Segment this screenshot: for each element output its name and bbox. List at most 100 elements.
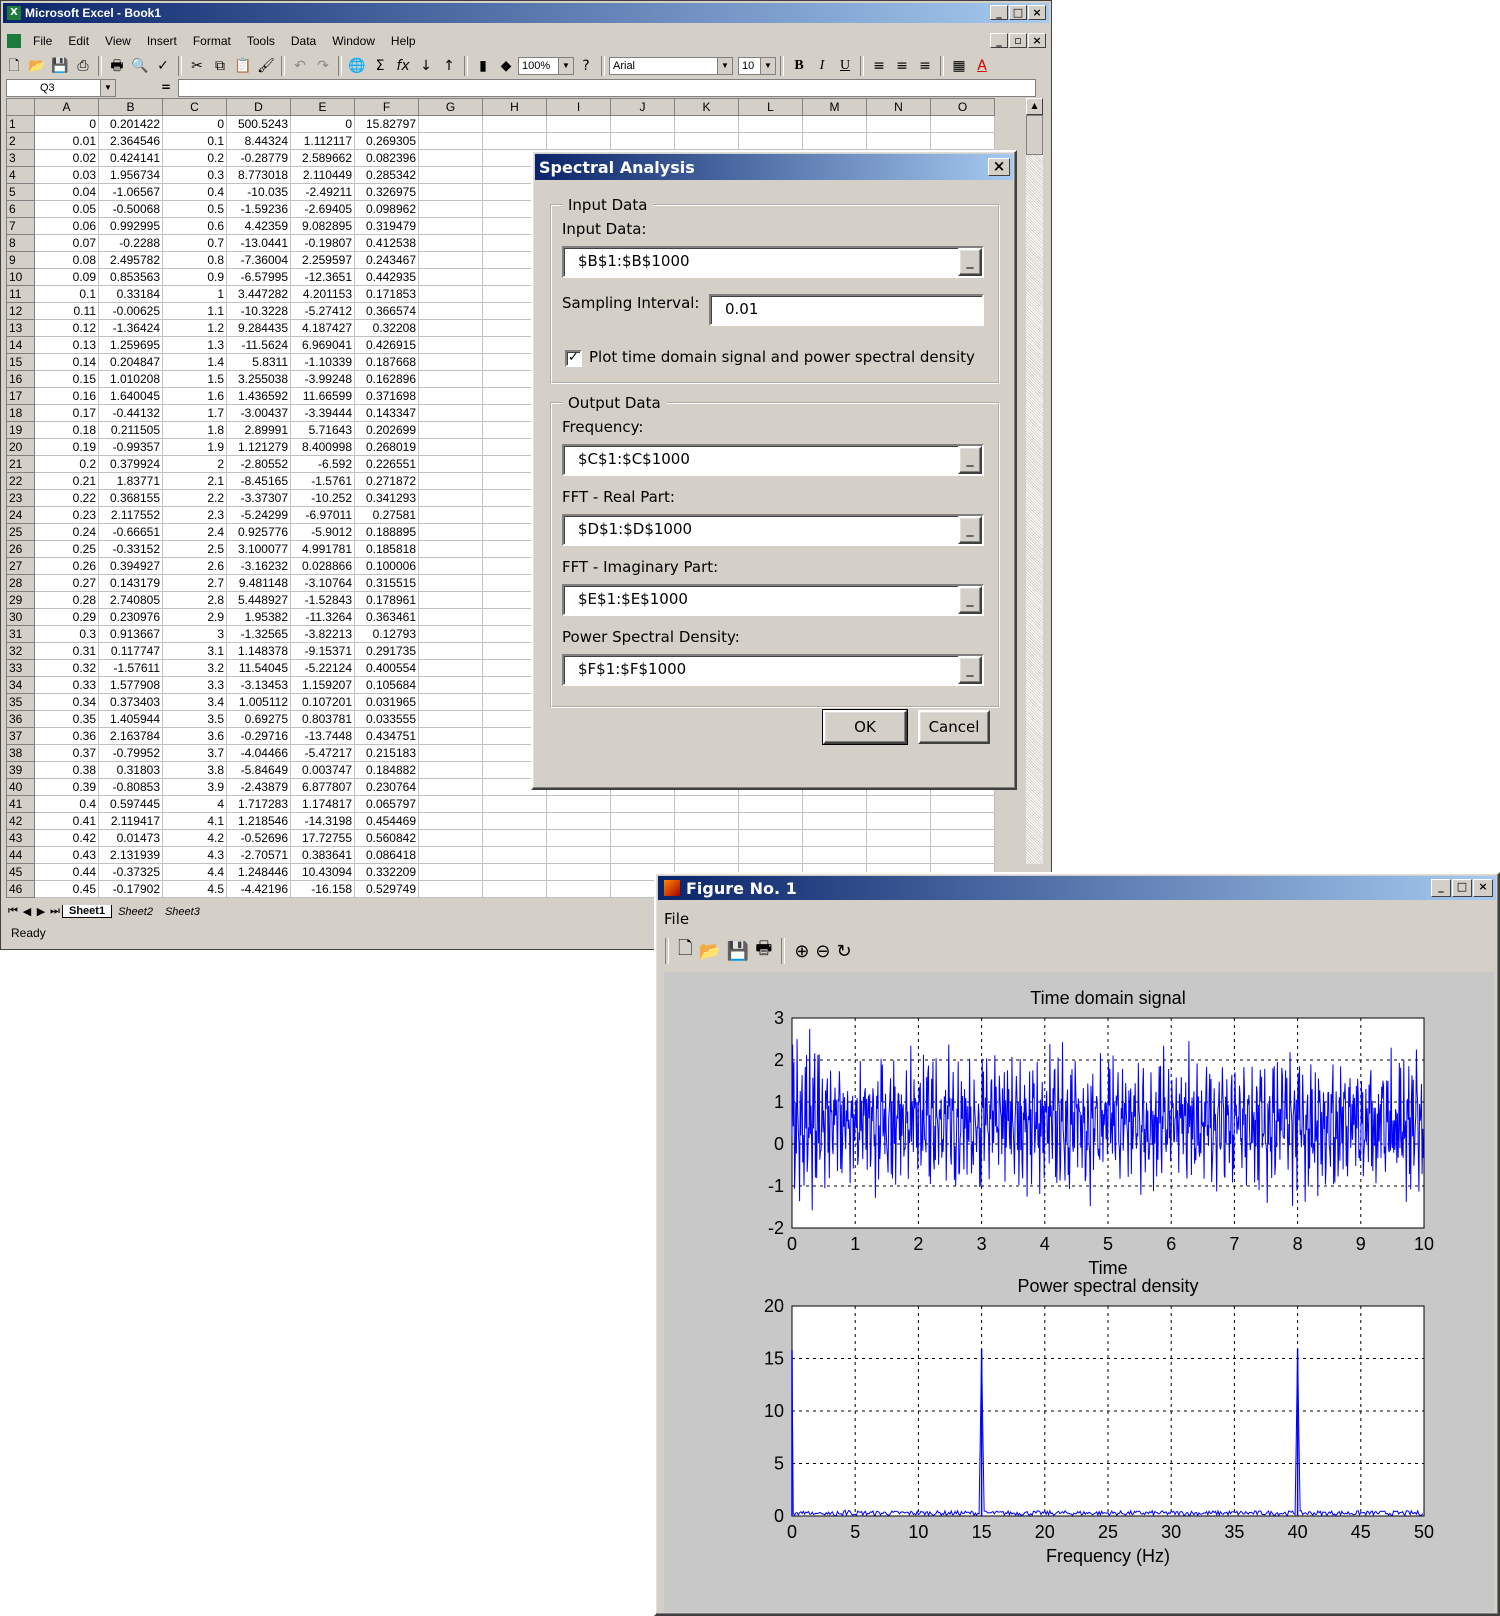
cell[interactable]: [418, 217, 483, 235]
cell[interactable]: 0.853563: [98, 268, 163, 286]
cell[interactable]: [738, 115, 803, 133]
cell[interactable]: 0.201422: [98, 115, 163, 133]
cell[interactable]: 0.442935: [354, 268, 419, 286]
cell[interactable]: 0.379924: [98, 455, 163, 473]
cell[interactable]: 1.218546: [226, 812, 291, 830]
cell[interactable]: 1.9: [162, 438, 227, 456]
figure-maximize-button[interactable]: □: [1452, 879, 1472, 897]
cell[interactable]: [418, 659, 483, 677]
cell[interactable]: [610, 132, 675, 150]
cell[interactable]: [482, 812, 547, 830]
cell[interactable]: 4.4: [162, 863, 227, 881]
cell[interactable]: 3.5: [162, 710, 227, 728]
row-header[interactable]: 17: [6, 387, 35, 405]
cell[interactable]: 0.6: [162, 217, 227, 235]
cell[interactable]: [418, 370, 483, 388]
column-header[interactable]: F: [354, 98, 419, 116]
menu-file[interactable]: File: [25, 34, 60, 48]
cell[interactable]: [674, 846, 739, 864]
cell[interactable]: [418, 676, 483, 694]
cell[interactable]: 0.33184: [98, 285, 163, 303]
select-all-corner[interactable]: [6, 98, 35, 116]
cell[interactable]: [418, 200, 483, 218]
cell[interactable]: 0.031965: [354, 693, 419, 711]
cell[interactable]: -14.3198: [290, 812, 355, 830]
figure-close-button[interactable]: ×: [1473, 879, 1493, 897]
cell[interactable]: -13.0441: [226, 234, 291, 252]
cell[interactable]: -11.5624: [226, 336, 291, 354]
cell[interactable]: 0.34: [34, 693, 99, 711]
cell[interactable]: -0.00625: [98, 302, 163, 320]
cell[interactable]: [418, 285, 483, 303]
cell[interactable]: -10.035: [226, 183, 291, 201]
scroll-thumb[interactable]: [1026, 115, 1043, 155]
cell[interactable]: [418, 302, 483, 320]
cell[interactable]: 0.202699: [354, 421, 419, 439]
cell[interactable]: -1.59236: [226, 200, 291, 218]
workbook-restore-button[interactable]: ▫: [1009, 33, 1027, 48]
cell[interactable]: [546, 132, 611, 150]
excel-close-button[interactable]: ×: [1028, 5, 1046, 20]
cell[interactable]: 9.284435: [226, 319, 291, 337]
scroll-up-arrow[interactable]: ▲: [1026, 98, 1043, 115]
next-sheet-arrow[interactable]: ▶: [34, 905, 48, 918]
sheet-tab[interactable]: Sheet2: [112, 906, 159, 918]
zoom-combo[interactable]: 100% ▼: [518, 57, 574, 75]
cell[interactable]: -5.24299: [226, 506, 291, 524]
row-header[interactable]: 21: [6, 455, 35, 473]
row-header[interactable]: 42: [6, 812, 35, 830]
cell[interactable]: 0.003747: [290, 761, 355, 779]
row-header[interactable]: 46: [6, 880, 35, 898]
cell[interactable]: [930, 132, 995, 150]
cell[interactable]: -5.9012: [290, 523, 355, 541]
cell[interactable]: -4.42196: [226, 880, 291, 898]
cell[interactable]: 6.969041: [290, 336, 355, 354]
cell[interactable]: -5.47217: [290, 744, 355, 762]
cell[interactable]: [866, 795, 931, 813]
cell[interactable]: 0.341293: [354, 489, 419, 507]
cell[interactable]: 0: [290, 115, 355, 133]
cell[interactable]: 0.204847: [98, 353, 163, 371]
cell[interactable]: 1.83771: [98, 472, 163, 490]
cell[interactable]: -12.3651: [290, 268, 355, 286]
cell[interactable]: [610, 115, 675, 133]
cell[interactable]: 0.22: [34, 489, 99, 507]
cell[interactable]: 0.211505: [98, 421, 163, 439]
cell[interactable]: 0.29: [34, 608, 99, 626]
cell[interactable]: -3.99248: [290, 370, 355, 388]
row-header[interactable]: 35: [6, 693, 35, 711]
cell[interactable]: 0.01: [34, 132, 99, 150]
row-header[interactable]: 38: [6, 744, 35, 762]
cell[interactable]: [930, 829, 995, 847]
cell[interactable]: [418, 319, 483, 337]
cell[interactable]: [418, 761, 483, 779]
cell[interactable]: -3.82213: [290, 625, 355, 643]
cell[interactable]: -0.2288: [98, 234, 163, 252]
cell[interactable]: 0.8: [162, 251, 227, 269]
cell[interactable]: 2.110449: [290, 166, 355, 184]
cell[interactable]: 0.925776: [226, 523, 291, 541]
cell[interactable]: 0.326975: [354, 183, 419, 201]
cell[interactable]: 0.184882: [354, 761, 419, 779]
cell[interactable]: 0.69275: [226, 710, 291, 728]
ok-button[interactable]: OK: [822, 709, 908, 745]
borders-icon[interactable]: ▦: [948, 55, 970, 77]
cell[interactable]: 0.412538: [354, 234, 419, 252]
cell[interactable]: -13.7448: [290, 727, 355, 745]
cell[interactable]: -3.00437: [226, 404, 291, 422]
cell[interactable]: -0.19807: [290, 234, 355, 252]
cell[interactable]: -0.37325: [98, 863, 163, 881]
vertical-scrollbar[interactable]: ▲: [1026, 98, 1043, 864]
cell[interactable]: [418, 625, 483, 643]
cell[interactable]: -5.84649: [226, 761, 291, 779]
cancel-button[interactable]: Cancel: [918, 710, 990, 744]
cell[interactable]: [738, 846, 803, 864]
row-header[interactable]: 4: [6, 166, 35, 184]
cell[interactable]: [482, 829, 547, 847]
print-preview-icon[interactable]: 🔍: [129, 55, 151, 77]
cell[interactable]: 0.082396: [354, 149, 419, 167]
cell[interactable]: -0.99357: [98, 438, 163, 456]
cell[interactable]: 4.991781: [290, 540, 355, 558]
row-header[interactable]: 33: [6, 659, 35, 677]
input-range-picker-button[interactable]: _: [958, 248, 982, 276]
